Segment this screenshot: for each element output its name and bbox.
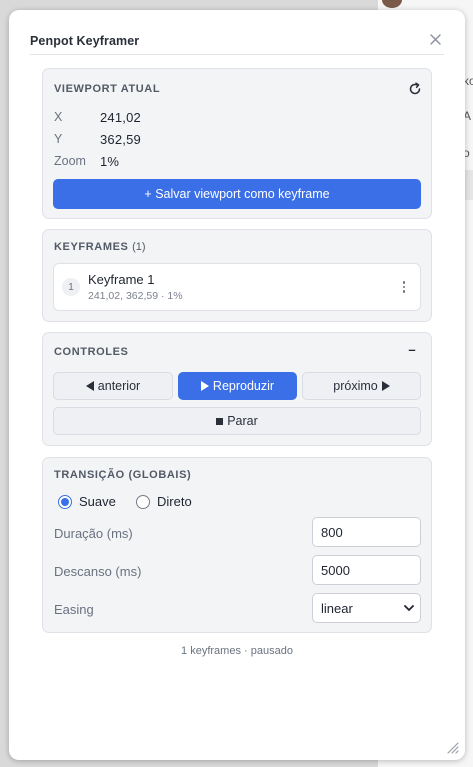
save-viewport-button[interactable]: + Salvar viewport como keyframe xyxy=(53,179,421,209)
easing-select[interactable]: linear xyxy=(312,593,421,623)
keyframes-card: KEYFRAMES (1) 1 Keyframe 1 241,02, 362,5… xyxy=(42,229,432,322)
y-label: Y xyxy=(54,132,63,146)
duration-input[interactable]: 800 xyxy=(312,517,421,547)
chevron-down-icon xyxy=(404,605,414,611)
stop-button[interactable]: Parar xyxy=(53,407,421,435)
x-label: X xyxy=(54,110,63,124)
mode-smooth-radio[interactable]: Suave xyxy=(58,494,116,509)
play-button[interactable]: Reproduzir xyxy=(178,372,297,400)
keyframe-meta: 241,02, 362,59 · 1% xyxy=(88,290,183,302)
transition-heading: TRANSIÇÃO (GLOBAIS) xyxy=(54,469,192,481)
y-value: 362,59 xyxy=(100,132,141,147)
next-button-label: próximo xyxy=(333,379,378,393)
viewport-card: VIEWPORT ATUAL X 241,02 Y 362,59 Zoom 1%… xyxy=(42,68,432,219)
resize-handle-icon[interactable] xyxy=(445,740,459,754)
next-button[interactable]: próximo xyxy=(302,372,421,400)
more-options-icon[interactable] xyxy=(398,278,410,296)
transition-card: TRANSIÇÃO (GLOBAIS) Suave Direto Duração… xyxy=(42,457,432,633)
play-button-label: Reproduzir xyxy=(212,379,275,393)
status-text: 1 keyframes · pausado xyxy=(181,645,293,657)
previous-button-label: anterior xyxy=(97,379,141,393)
zoom-value: 1% xyxy=(100,154,120,169)
close-icon[interactable] xyxy=(426,30,444,48)
viewport-heading: VIEWPORT ATUAL xyxy=(54,83,161,95)
window-title: Penpot Keyframer xyxy=(30,34,140,48)
duration-label: Duração (ms) xyxy=(54,526,133,541)
easing-selected-value: linear xyxy=(321,600,353,616)
collapse-button[interactable]: – xyxy=(405,343,419,357)
refresh-icon[interactable] xyxy=(407,81,423,97)
mode-smooth-label: Suave xyxy=(79,494,116,509)
triangle-right-icon xyxy=(381,381,390,391)
rest-input[interactable]: 5000 xyxy=(312,555,421,585)
zoom-label: Zoom xyxy=(54,154,86,168)
window-titlebar: Penpot Keyframer xyxy=(30,33,444,55)
mode-direct-label: Direto xyxy=(157,494,192,509)
keyframes-heading-label: KEYFRAMES xyxy=(54,241,129,253)
keyframes-count: (1) xyxy=(132,241,146,253)
controls-card: CONTROLES – anterior Reproduzir próximo … xyxy=(42,332,432,446)
stop-icon xyxy=(216,417,224,425)
play-icon xyxy=(200,381,209,391)
rest-label: Descanso (ms) xyxy=(54,564,142,579)
keyframe-name: Keyframe 1 xyxy=(88,272,155,287)
keyframe-index: 1 xyxy=(62,278,80,296)
radio-unchecked-icon xyxy=(136,494,150,509)
triangle-left-icon xyxy=(85,381,94,391)
easing-label: Easing xyxy=(54,602,94,617)
list-item[interactable]: 1 Keyframe 1 241,02, 362,59 · 1% xyxy=(53,263,421,311)
controls-heading: CONTROLES xyxy=(54,346,129,358)
radio-checked-icon xyxy=(58,494,72,509)
stop-button-label: Parar xyxy=(227,414,258,428)
previous-button[interactable]: anterior xyxy=(53,372,173,400)
x-value: 241,02 xyxy=(100,110,141,125)
keyframes-heading: KEYFRAMES (1) xyxy=(54,241,146,253)
plugin-window: Penpot Keyframer VIEWPORT ATUAL X 241,02… xyxy=(9,10,465,760)
mode-direct-radio[interactable]: Direto xyxy=(136,494,192,509)
